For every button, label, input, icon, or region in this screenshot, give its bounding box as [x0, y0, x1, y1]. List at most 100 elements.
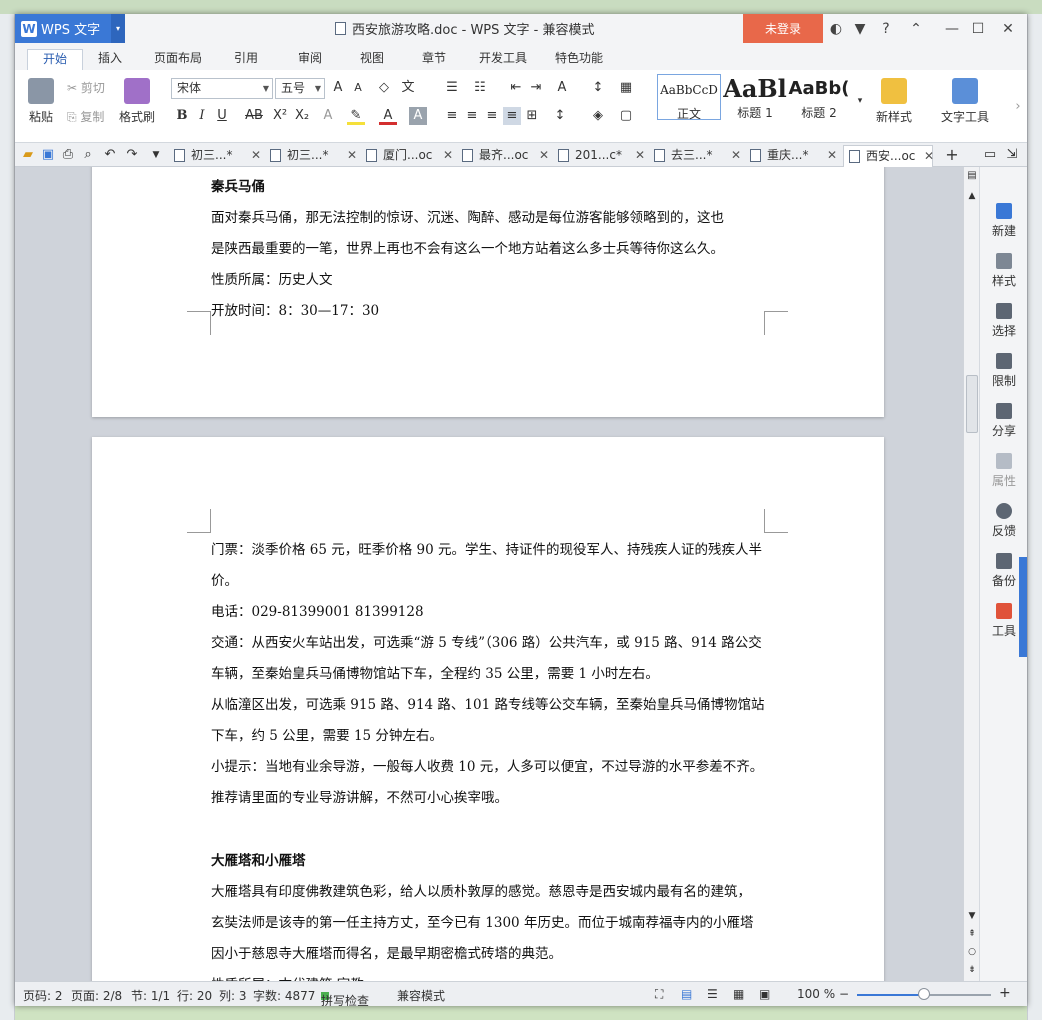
shading-icon[interactable]: ◈ — [589, 107, 607, 125]
side-restrict-button[interactable]: 限制 — [980, 353, 1027, 389]
doc-tab-4[interactable]: 最齐...oc ✕ — [457, 145, 549, 167]
zoom-in-icon[interactable]: + — [999, 985, 1011, 1001]
document-canvas[interactable]: 秦兵马俑 面对秦兵马俑，那无法控制的惊讶、沉迷、陶醉、感动是每位游客能够领略到的… — [15, 167, 963, 981]
distributed-align-icon[interactable]: ⊞ — [523, 107, 541, 125]
page-2[interactable]: 门票：淡季价格 65 元，旺季价格 90 元。学生、持证件的现役军人、持残疾人证… — [92, 437, 884, 981]
borders-icon[interactable]: ▢ — [617, 107, 635, 125]
superscript-icon[interactable]: X² — [271, 107, 289, 125]
text-direction-icon[interactable]: A — [553, 79, 571, 97]
char-shading-icon[interactable]: A — [409, 107, 427, 125]
align-center-icon[interactable]: ≡ — [463, 107, 481, 125]
phonetic-icon[interactable]: 文 — [399, 79, 417, 97]
redo-icon[interactable]: ↷ — [123, 146, 141, 164]
panel-expand-handle[interactable] — [1019, 557, 1027, 657]
tab-list-icon[interactable]: ▭ — [981, 146, 999, 164]
close-tab-icon[interactable]: ✕ — [635, 145, 645, 165]
paste-button[interactable]: 粘贴 — [21, 78, 61, 125]
close-tab-icon[interactable]: ✕ — [924, 146, 934, 166]
doc-tab-5[interactable]: 201...c* ✕ — [553, 145, 645, 167]
tab-chapter[interactable]: 章节 — [409, 49, 459, 70]
italic-icon[interactable]: I — [193, 107, 211, 125]
copy-button[interactable]: ⎘ 复制 — [67, 108, 104, 125]
tab-insert[interactable]: 插入 — [85, 49, 135, 70]
side-select-button[interactable]: 选择 — [980, 303, 1027, 339]
style-heading-2[interactable]: AaBb( 标题 2 — [787, 74, 851, 120]
table-icon[interactable]: ▦ — [617, 79, 635, 97]
tab-home[interactable]: 开始 — [27, 49, 83, 70]
side-style-button[interactable]: 样式 — [980, 253, 1027, 289]
tab-view[interactable]: 视图 — [347, 49, 397, 70]
skin-icon[interactable]: ◐ — [823, 14, 849, 43]
outline-view-icon[interactable]: ☰ — [707, 987, 718, 1001]
web-view-icon[interactable]: ▦ — [733, 987, 744, 1001]
status-word-count[interactable]: 字数: 4877 — [253, 987, 315, 1004]
bullet-list-icon[interactable]: ☰ — [443, 79, 461, 97]
tab-features[interactable]: 特色功能 — [547, 49, 611, 70]
font-size-select[interactable]: 五号 ▼ — [275, 78, 325, 99]
close-tab-icon[interactable]: ✕ — [443, 145, 453, 165]
scrollbar-thumb[interactable] — [966, 375, 978, 433]
doc-tab-6[interactable]: 去三...* ✕ — [649, 145, 741, 167]
style-heading-1[interactable]: AaBl 标题 1 — [723, 74, 787, 120]
font-name-select[interactable]: 宋体 ▼ — [171, 78, 273, 99]
wps-menu-button[interactable]: W WPS 文字 ▾ — [15, 14, 125, 43]
doc-tab-active[interactable]: 西安...oc ✕ — [843, 145, 934, 167]
text-tools-button[interactable]: 文字工具 — [933, 78, 997, 125]
zoom-out-icon[interactable]: − — [839, 987, 849, 1001]
zoom-slider[interactable] — [857, 988, 991, 1000]
decrease-indent-icon[interactable]: ⇤ — [507, 79, 525, 97]
doc-tab-7[interactable]: 重庆...* ✕ — [745, 145, 837, 167]
minimize-icon[interactable]: — — [939, 14, 965, 43]
help-icon[interactable]: ? — [873, 14, 899, 43]
shirt-icon[interactable]: ▼ — [847, 14, 873, 43]
close-tab-icon[interactable]: ✕ — [827, 145, 837, 165]
close-tab-icon[interactable]: ✕ — [347, 145, 357, 165]
doc-tab-3[interactable]: 厦门...oc ✕ — [361, 145, 453, 167]
sort-icon[interactable]: ↕ — [589, 79, 607, 97]
highlight-icon[interactable]: ✎ — [347, 107, 365, 125]
line-spacing-icon[interactable]: ↕ — [551, 107, 569, 125]
align-left-icon[interactable]: ≡ — [443, 107, 461, 125]
align-right-icon[interactable]: ≡ — [483, 107, 501, 125]
close-tab-icon[interactable]: ✕ — [731, 145, 741, 165]
vertical-scrollbar[interactable]: ▤ ▲ ▼ ⇞ ○ ⇟ — [963, 167, 979, 981]
chevron-down-icon[interactable]: ▾ — [111, 14, 125, 43]
page-view-icon[interactable]: ▤ — [681, 987, 692, 1001]
style-normal[interactable]: AaBbCcD 正文 — [657, 74, 721, 121]
format-painter-button[interactable]: 格式刷 — [117, 78, 157, 125]
page-1[interactable]: 秦兵马俑 面对秦兵马俑，那无法控制的惊讶、沉迷、陶醉、感动是每位游客能够领略到的… — [92, 167, 884, 417]
zoom-slider-knob[interactable] — [918, 988, 930, 1000]
justify-icon[interactable]: ≡ — [503, 107, 521, 125]
ribbon-scroll-right-icon[interactable]: › — [1009, 98, 1027, 116]
full-screen-icon[interactable]: ⛶ — [655, 987, 663, 1002]
doc-tab-1[interactable]: 初三...* ✕ — [169, 145, 261, 167]
numbered-list-icon[interactable]: ☷ — [471, 79, 489, 97]
side-new-button[interactable]: 新建 — [980, 203, 1027, 239]
zoom-level[interactable]: 100 % — [797, 987, 835, 1001]
font-color-icon[interactable]: A — [379, 107, 397, 125]
increase-indent-icon[interactable]: ⇥ — [527, 79, 545, 97]
tab-references[interactable]: 引用 — [221, 49, 271, 70]
login-button[interactable]: 未登录 — [743, 14, 823, 43]
print-preview-icon[interactable]: ⌕ — [79, 146, 97, 164]
tab-developer[interactable]: 开发工具 — [471, 49, 535, 70]
cut-button[interactable]: ✂ 剪切 — [67, 79, 105, 96]
reading-view-icon[interactable]: ▣ — [759, 987, 770, 1001]
quick-access-menu-icon[interactable]: ▼ — [147, 146, 165, 164]
subscript-icon[interactable]: X₂ — [293, 107, 311, 125]
print-icon[interactable]: ⎙ — [59, 146, 77, 164]
tab-page-layout[interactable]: 页面布局 — [147, 49, 209, 70]
doc-tab-2[interactable]: 初三...* ✕ — [265, 145, 357, 167]
undo-icon[interactable]: ↶ — [101, 146, 119, 164]
collapse-ribbon-icon[interactable]: ⌃ — [903, 14, 929, 43]
new-tab-icon[interactable]: + — [943, 146, 961, 164]
clear-format-icon[interactable]: ◇ — [375, 79, 393, 97]
new-style-button[interactable]: 新样式 — [867, 78, 921, 125]
text-effect-icon[interactable]: A — [319, 107, 337, 125]
maximize-icon[interactable]: ☐ — [965, 14, 991, 43]
tab-switch-icon[interactable]: ⇲ — [1003, 146, 1021, 164]
side-properties-button[interactable]: 属性 — [980, 453, 1027, 489]
shrink-font-icon[interactable]: A — [349, 79, 367, 97]
side-share-button[interactable]: 分享 — [980, 403, 1027, 439]
strikethrough-icon[interactable]: AB — [243, 107, 265, 125]
